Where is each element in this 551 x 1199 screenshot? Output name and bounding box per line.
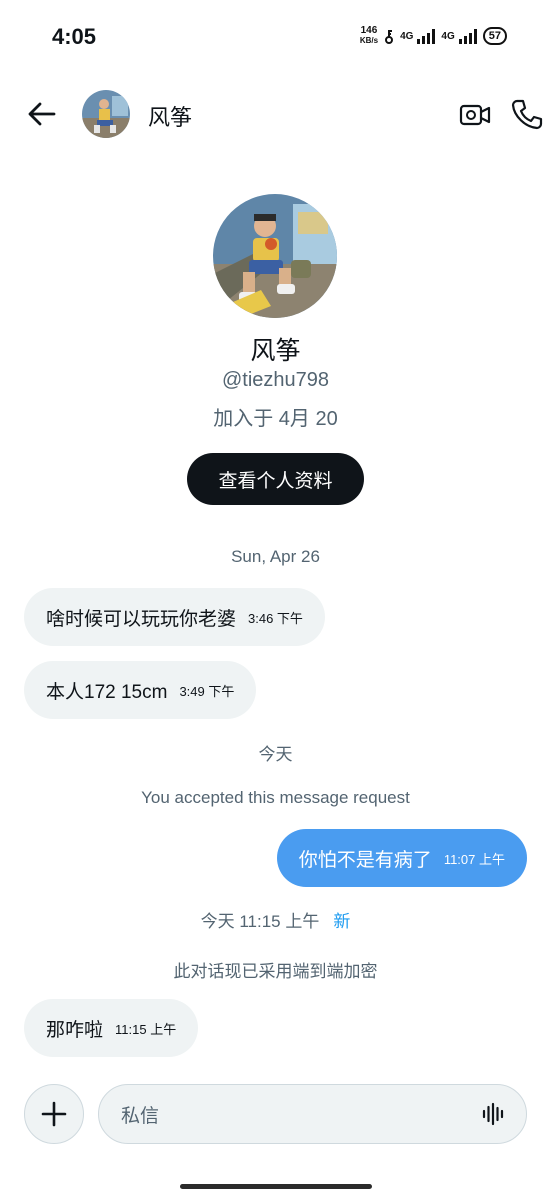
message-time: 3:49 下午	[179, 683, 235, 699]
battery-icon: 57	[482, 27, 507, 45]
message-time: 3:46 下午	[248, 610, 303, 626]
home-indicator	[180, 1184, 372, 1189]
voice-message-button[interactable]	[481, 1101, 507, 1127]
message-text: 啥时候可以玩玩你老婆	[46, 608, 237, 630]
network-speed: 146 KB/s	[360, 26, 378, 46]
message-text: 你怕不是有病了	[298, 849, 432, 871]
network-type-2: 4G	[441, 30, 455, 42]
header-name[interactable]: 风筝	[148, 100, 192, 132]
arrow-left-icon	[28, 102, 56, 126]
profile-avatar[interactable]	[213, 194, 337, 318]
message-bubble-incoming[interactable]: 啥时候可以玩玩你老婆 3:46 下午	[24, 588, 325, 646]
message-bubble-incoming[interactable]: 那咋啦 11:15 上午	[24, 999, 199, 1057]
signal-icon	[417, 28, 436, 44]
new-messages-separator: 今天 11:15 上午新	[0, 907, 551, 932]
view-profile-button[interactable]: 查看个人资料	[187, 453, 364, 505]
avatar-image	[82, 90, 130, 138]
date-separator: Sun, Apr 26	[231, 547, 320, 566]
profile-name: 风筝	[250, 337, 301, 365]
key-icon	[385, 30, 394, 44]
phone-icon	[511, 99, 543, 130]
message-input-placeholder: 私信	[121, 1105, 160, 1127]
message-text: 本人172 15cm	[46, 681, 168, 703]
add-attachment-button[interactable]	[24, 1084, 84, 1144]
message-input[interactable]: 私信	[98, 1084, 527, 1144]
plus-icon	[41, 1101, 67, 1127]
signal-icon-2	[458, 28, 477, 44]
network-type-1: 4G	[400, 30, 414, 42]
message-bubble-outgoing[interactable]: 你怕不是有病了 11:07 上午	[276, 829, 527, 887]
accepted-request-note: You accepted this message request	[141, 788, 410, 807]
avatar-image	[213, 194, 337, 318]
status-time: 4:05	[52, 24, 97, 49]
video-call-button[interactable]	[458, 98, 492, 132]
profile-joined-date: 加入于 4月 20	[213, 408, 338, 430]
encryption-note: 此对话现已采用端到端加密	[173, 962, 378, 981]
status-icons: 146 KB/s 4G 4G 57	[360, 26, 507, 46]
message-bubble-incoming[interactable]: 本人172 15cm 3:49 下午	[24, 661, 257, 719]
message-time: 11:15 上午	[115, 1021, 177, 1037]
profile-handle: @tiezhu798	[221, 369, 330, 391]
message-time: 11:07 上午	[443, 851, 505, 867]
video-camera-icon	[459, 104, 491, 126]
network-speed-value: 146	[360, 25, 378, 36]
network-speed-unit: KB/s	[359, 36, 379, 45]
message-text: 那咋啦	[46, 1019, 104, 1041]
separator-time: 今天 11:15 上午	[200, 912, 320, 931]
header-avatar[interactable]	[82, 90, 130, 138]
phone-call-button[interactable]	[510, 97, 544, 131]
back-button[interactable]	[24, 96, 60, 132]
new-label: 新	[333, 912, 351, 931]
waveform-icon	[482, 1102, 504, 1126]
date-separator: 今天	[258, 745, 293, 764]
